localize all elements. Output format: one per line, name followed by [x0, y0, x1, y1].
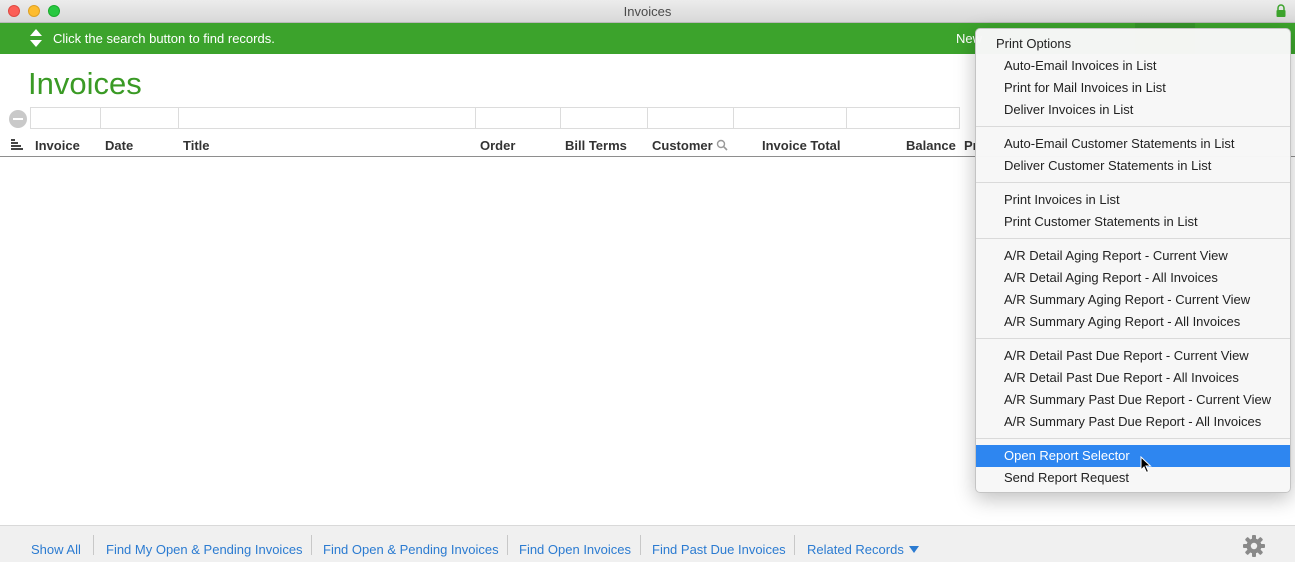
menu-item[interactable]: A/R Summary Past Due Report - Current Vi… [976, 389, 1290, 411]
menu-item[interactable]: Auto-Email Invoices in List [976, 55, 1290, 77]
menu-item[interactable]: Auto-Email Customer Statements in List [976, 133, 1290, 155]
footer-bar: Show All Find My Open & Pending Invoices… [0, 525, 1295, 562]
menu-heading: Print Options [996, 36, 1072, 51]
search-icon[interactable] [716, 139, 728, 151]
menu-item[interactable]: Send Report Request [976, 467, 1290, 489]
window-titlebar: Invoices [0, 0, 1295, 23]
menu-item[interactable]: A/R Summary Aging Report - All Invoices [976, 311, 1290, 333]
menu-item[interactable]: A/R Summary Past Due Report - All Invoic… [976, 411, 1290, 433]
column-header-customer[interactable]: Customer [652, 138, 713, 153]
column-header-invoice-total[interactable]: Invoice Total [762, 138, 841, 153]
filter-title[interactable] [178, 107, 476, 129]
menu-item[interactable]: Deliver Invoices in List [976, 99, 1290, 121]
filter-invoice[interactable] [30, 107, 101, 129]
caret-down-icon[interactable] [909, 546, 919, 553]
menu-separator [976, 126, 1290, 127]
column-options-icon[interactable] [11, 139, 23, 150]
menu-item[interactable]: Open Report Selector [976, 445, 1290, 467]
menu-item[interactable]: A/R Detail Aging Report - Current View [976, 245, 1290, 267]
find-open-pending-link[interactable]: Find Open & Pending Invoices [323, 542, 499, 557]
menu-separator [976, 238, 1290, 239]
menu-item[interactable]: A/R Detail Aging Report - All Invoices [976, 267, 1290, 289]
window-title: Invoices [623, 4, 672, 19]
remove-filter-icon[interactable] [9, 110, 27, 128]
find-past-due-link[interactable]: Find Past Due Invoices [652, 542, 786, 557]
menu-item[interactable]: Print Customer Statements in List [976, 211, 1290, 233]
menu-item[interactable]: Deliver Customer Statements in List [976, 155, 1290, 177]
filter-date[interactable] [100, 107, 179, 129]
column-header-bill-terms[interactable]: Bill Terms [565, 138, 627, 153]
lock-icon [1276, 4, 1286, 17]
find-my-open-pending-link[interactable]: Find My Open & Pending Invoices [106, 542, 303, 557]
menu-item[interactable]: Print Invoices in List [976, 189, 1290, 211]
column-header-invoice[interactable]: Invoice [35, 138, 80, 153]
menu-item[interactable]: A/R Detail Past Due Report - All Invoice… [976, 367, 1290, 389]
menu-separator [976, 338, 1290, 339]
related-records-link[interactable]: Related Records [807, 542, 904, 557]
footer-divider [507, 535, 508, 555]
menu-item[interactable]: Print for Mail Invoices in List [976, 77, 1290, 99]
sort-arrows-icon[interactable] [29, 28, 43, 48]
print-options-menu: Print Options Auto-Email Invoices in Lis… [975, 28, 1291, 493]
filter-order[interactable] [475, 107, 561, 129]
filter-bill-terms[interactable] [560, 107, 648, 129]
column-header-title[interactable]: Title [183, 138, 210, 153]
column-header-order[interactable]: Order [480, 138, 515, 153]
footer-divider [311, 535, 312, 555]
filter-invoice-total[interactable] [733, 107, 847, 129]
menu-separator [976, 438, 1290, 439]
footer-divider [640, 535, 641, 555]
gear-icon[interactable] [1242, 534, 1266, 558]
menu-item[interactable]: A/R Detail Past Due Report - Current Vie… [976, 345, 1290, 367]
pointer-cursor [1140, 456, 1152, 474]
footer-divider [794, 535, 795, 555]
footer-divider [93, 535, 94, 555]
filter-customer[interactable] [647, 107, 734, 129]
column-header-balance[interactable]: Balance [906, 138, 956, 153]
show-all-link[interactable]: Show All [31, 542, 81, 557]
column-header-date[interactable]: Date [105, 138, 133, 153]
menu-separator [976, 182, 1290, 183]
search-hint: Click the search button to find records. [53, 31, 275, 46]
find-open-invoices-link[interactable]: Find Open Invoices [519, 542, 631, 557]
menu-item[interactable]: A/R Summary Aging Report - Current View [976, 289, 1290, 311]
filter-balance[interactable] [846, 107, 960, 129]
page-title: Invoices [28, 66, 142, 101]
